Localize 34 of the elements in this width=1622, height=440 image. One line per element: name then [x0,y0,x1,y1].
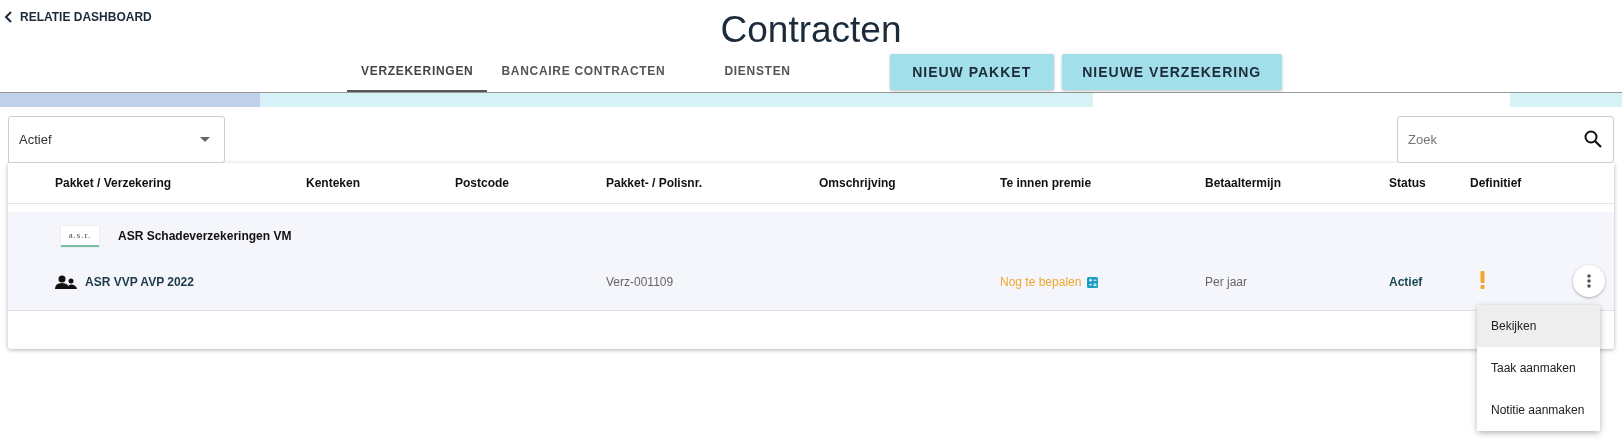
page-title: Contracten [720,8,902,52]
insurer-logo: a.s.r. [61,225,99,247]
tab[interactable]: DIENSTEN [679,52,805,92]
new-insurance-button[interactable]: NIEUWE VERZEKERING [1061,54,1282,90]
table-cell-text: Verz-001109 [606,275,675,289]
column-header: Definitief [1470,176,1523,190]
policy-name[interactable]: ASR VVP AVP 2022 [85,275,194,289]
dropdown-arrow-icon [200,137,210,142]
column-header: Betaaltermijn [1205,176,1283,190]
status-label: Actief [1389,275,1424,289]
people-icon [55,275,77,289]
chevron-left-icon [4,11,14,23]
menu-item[interactable]: Notitie aanmaken [1477,389,1600,431]
insurer-name: ASR Schadeverzekeringen VM [118,229,292,243]
column-header: Status [1389,176,1427,190]
column-header: Pakket- / Polisnr. [606,176,704,190]
menu-item[interactable]: Bekijken [1477,305,1600,347]
tab[interactable]: BANCAIRE CONTRACTEN [487,52,680,92]
back-link[interactable]: RELATIE DASHBOARD [4,10,152,24]
menu-item[interactable]: Taak aanmaken [1477,347,1600,389]
column-header: Pakket / Verzekering [55,176,173,190]
table-cell-text: Per jaar [1205,275,1249,289]
column-header: Omschrijving [819,176,897,190]
search-field[interactable]: Zoek [1397,116,1614,163]
status-dropdown[interactable]: Actief [8,116,225,163]
more-options-button[interactable] [1573,265,1605,297]
calculator-icon[interactable] [1087,276,1099,288]
column-header: Kenteken [306,176,362,190]
more-vertical-icon [1587,274,1591,288]
column-header: Postcode [455,176,510,190]
column-header: Te innen premie [1000,176,1093,190]
search-icon [1584,130,1602,148]
new-package-button[interactable]: NIEUW PAKKET [889,54,1054,90]
premium-status: Nog te bepalen [1000,275,1082,289]
